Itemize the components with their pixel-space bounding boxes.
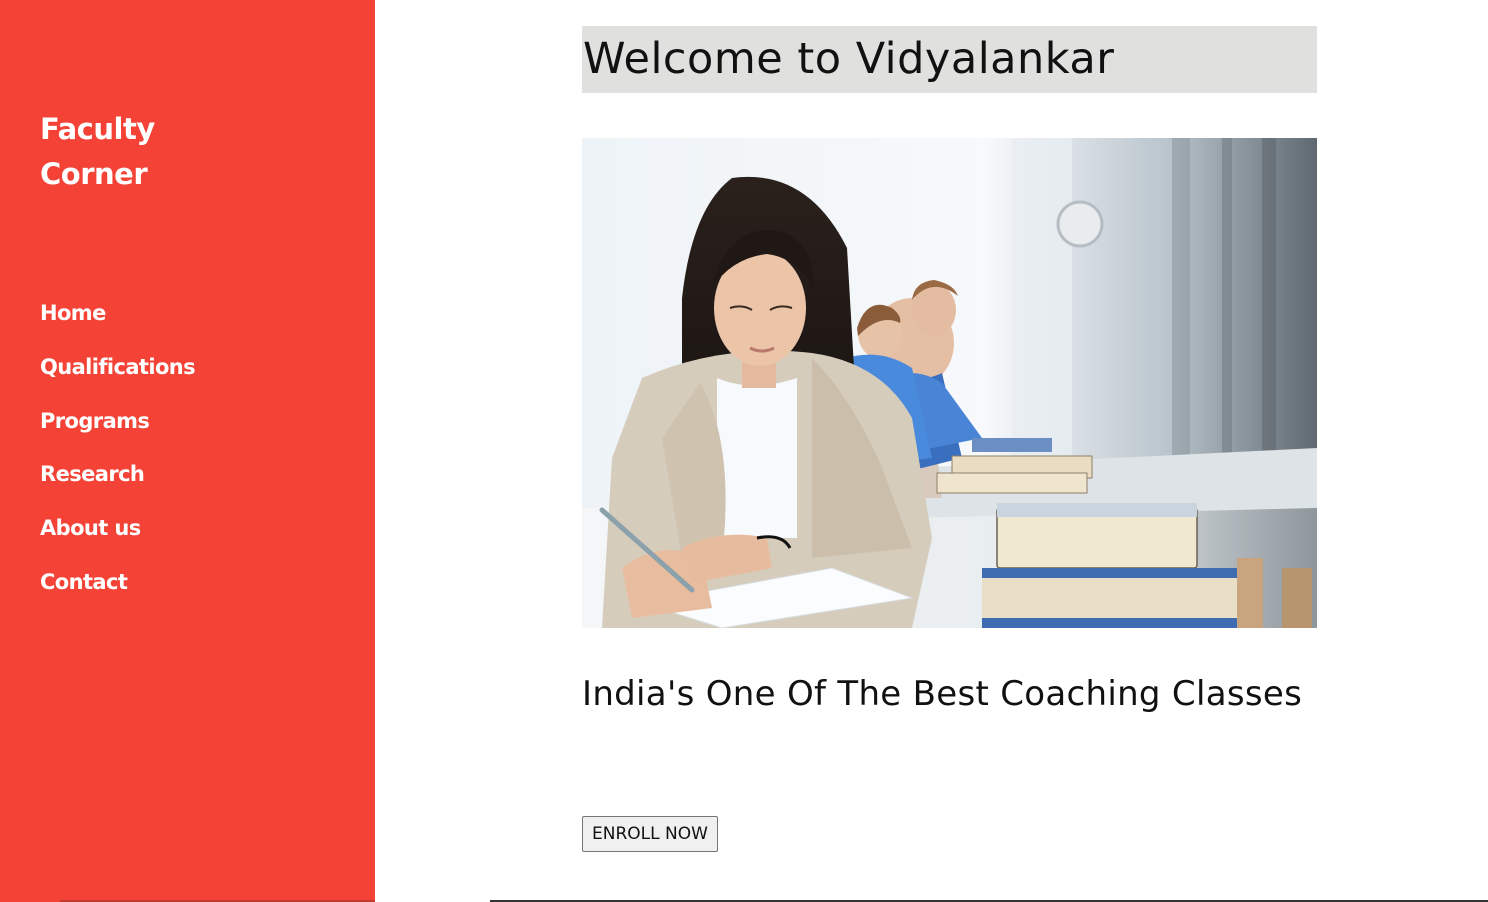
nav-link-qualifications[interactable]: Qualifications: [40, 349, 196, 385]
sidebar: Faculty Corner Home Qualifications Progr…: [0, 0, 375, 902]
sidebar-nav: Home Qualifications Programs Research Ab…: [40, 295, 196, 618]
enroll-now-button[interactable]: ENROLL NOW: [582, 816, 718, 852]
nav-link-contact[interactable]: Contact: [40, 564, 128, 600]
site-brand: Faculty Corner: [40, 107, 200, 197]
hero-photo-illustration: [582, 138, 1317, 628]
nav-item-programs: Programs: [40, 403, 195, 457]
tagline-heading: India's One Of The Best Coaching Classes: [582, 674, 1303, 714]
main-content: Welcome to Vidyalankar India's One Of Th…: [582, 26, 1317, 852]
nav-link-programs[interactable]: Programs: [40, 403, 150, 439]
welcome-heading: Welcome to Vidyalankar: [582, 26, 1317, 93]
nav-item-home: Home: [40, 295, 195, 349]
nav-item-contact: Contact: [40, 564, 195, 618]
nav-item-about: About us: [40, 510, 195, 564]
nav-link-research[interactable]: Research: [40, 456, 145, 492]
nav-item-research: Research: [40, 456, 195, 510]
nav-link-home[interactable]: Home: [40, 295, 106, 331]
page: Faculty Corner Home Qualifications Progr…: [0, 0, 1488, 902]
brand-line-1: Faculty: [40, 112, 155, 146]
brand-line-2: Corner: [40, 157, 148, 191]
nav-item-qualifications: Qualifications: [40, 349, 196, 403]
hero-image: [582, 138, 1317, 628]
nav-link-about[interactable]: About us: [40, 510, 141, 546]
